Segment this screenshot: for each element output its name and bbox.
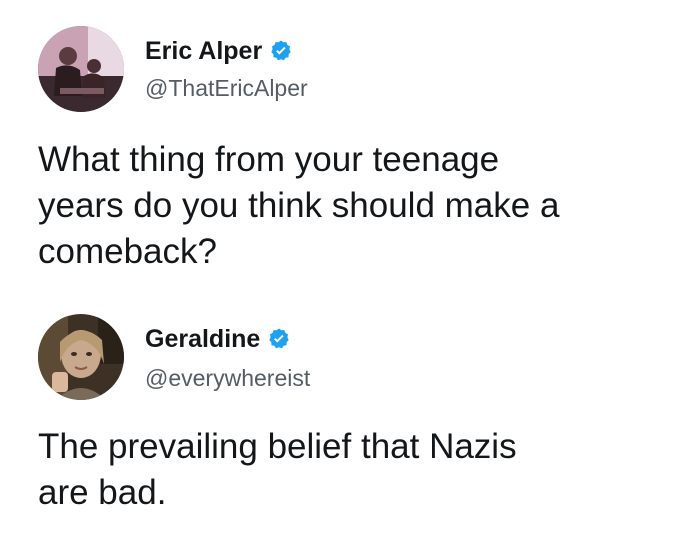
author-handle[interactable]: @everywhereist <box>145 364 310 392</box>
tweet-card: Eric Alper @ThatEricAlper What thing fro… <box>0 0 700 300</box>
avatar[interactable] <box>38 26 124 112</box>
author-row: Eric Alper <box>145 36 293 66</box>
verified-badge-icon <box>267 327 291 351</box>
author-row: Geraldine <box>145 324 291 354</box>
tweet-text-line: comeback? <box>38 232 217 271</box>
author-handle[interactable]: @ThatEricAlper <box>145 74 308 102</box>
display-name[interactable]: Eric Alper <box>145 36 262 66</box>
tweet-text-line: are bad. <box>38 473 167 512</box>
tweet-text: The prevailing belief that Nazis are bad. <box>38 424 668 516</box>
display-name[interactable]: Geraldine <box>145 324 260 354</box>
tweet-text: What thing from your teenage years do you… <box>38 137 668 275</box>
tweet-text-line: The prevailing belief that Nazis <box>38 427 517 466</box>
profile-photo-icon <box>38 314 124 400</box>
tweet-text-line: years do you think should make a <box>38 186 560 225</box>
tweet-card: Geraldine @everywhereist The prevailing … <box>0 300 700 553</box>
avatar[interactable] <box>38 314 124 400</box>
verified-badge-icon <box>269 39 293 63</box>
tweet-text-line: What thing from your teenage <box>38 140 500 179</box>
profile-photo-icon <box>38 26 124 112</box>
